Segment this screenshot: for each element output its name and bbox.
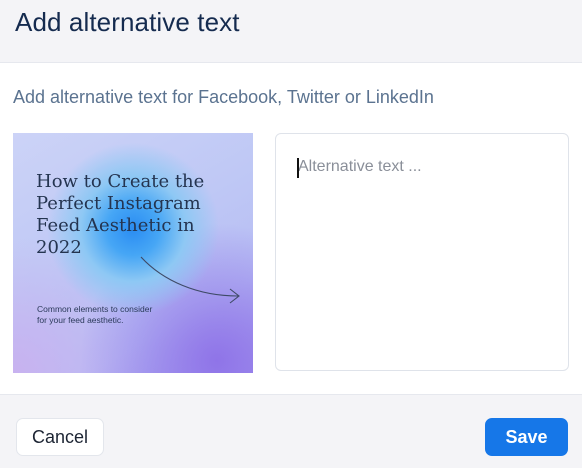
dialog-footer: Cancel Save	[0, 394, 582, 468]
save-button[interactable]: Save	[485, 418, 568, 456]
dialog-header: Add alternative text	[0, 0, 582, 63]
cancel-button[interactable]: Cancel	[16, 418, 104, 456]
dialog-title: Add alternative text	[15, 7, 240, 37]
text-cursor	[297, 158, 299, 178]
dialog-subtitle: Add alternative text for Facebook, Twitt…	[13, 87, 434, 107]
post-image-preview: How to Create the Perfect Instagram Feed…	[13, 133, 253, 373]
curved-arrow-icon	[140, 256, 240, 304]
alt-text-dialog: Add alternative text Add alternative tex…	[0, 0, 582, 468]
alt-text-box	[275, 133, 569, 371]
alt-text-input[interactable]	[276, 134, 568, 370]
image-caption-text: Common elements to consider for your fee…	[37, 304, 153, 325]
